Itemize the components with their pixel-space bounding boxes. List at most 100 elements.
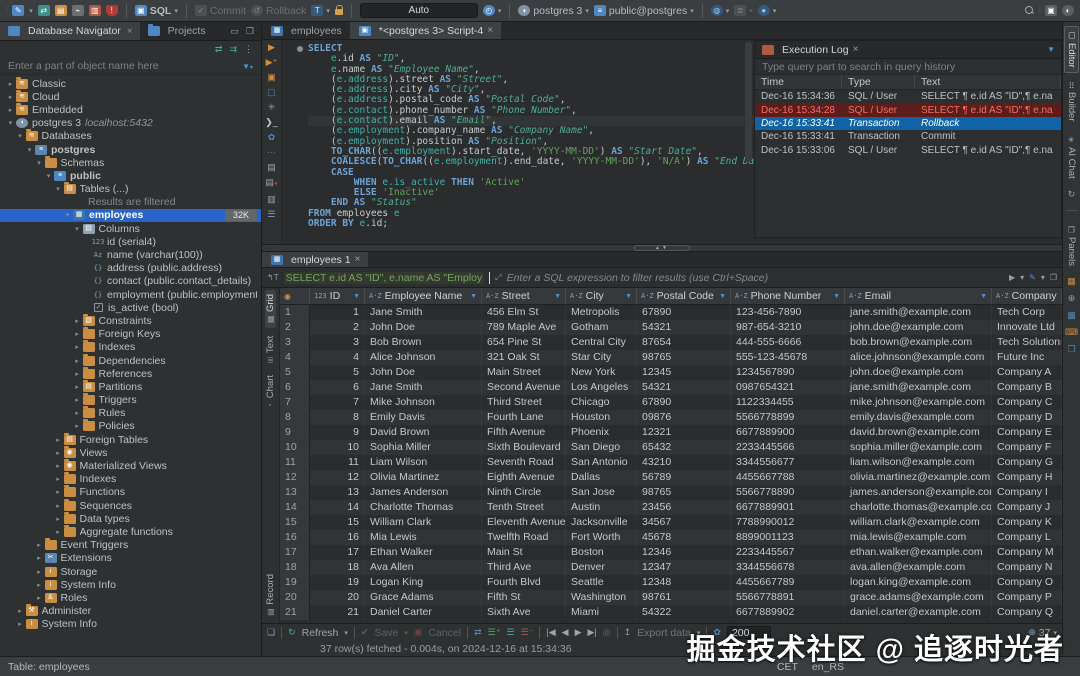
cell-company[interactable]: Tech Corp: [992, 305, 1062, 320]
delete-row-icon[interactable]: ☰⁻: [521, 627, 534, 638]
tree-item-materialized-views[interactable]: ▸◉Materialized Views: [0, 459, 261, 472]
cell-company[interactable]: Company K: [992, 515, 1062, 530]
table-row[interactable]: 2020Grace AdamsFifth StWashington9876155…: [280, 590, 1062, 605]
open-folder-icon[interactable]: ▤: [55, 5, 67, 16]
cell-phone-number[interactable]: 5566778890: [731, 485, 845, 500]
tree-chevron-icon[interactable]: ▸: [73, 343, 82, 351]
tree-item-indexes[interactable]: ▸Indexes: [0, 473, 261, 486]
execute-script-icon[interactable]: ▣: [267, 73, 276, 82]
cell-employee-name[interactable]: Ethan Walker: [365, 545, 482, 560]
cell-city[interactable]: Gotham: [566, 320, 637, 335]
cancel-button[interactable]: Cancel: [428, 627, 461, 639]
cell-id[interactable]: 9: [310, 425, 365, 440]
cell-postal-code[interactable]: 23456: [637, 500, 731, 515]
cell-postal-code[interactable]: 54321: [637, 380, 731, 395]
table-row[interactable]: 11Jane Smith456 Elm StMetropolis67890123…: [280, 305, 1062, 320]
cell-street[interactable]: Seventh Road: [482, 455, 566, 470]
edit-row-icon[interactable]: ⇄: [474, 627, 482, 638]
tab-panels[interactable]: ❏Panels: [1065, 221, 1078, 270]
cell-company[interactable]: Company E: [992, 425, 1062, 440]
tree-chevron-icon[interactable]: ▸: [35, 581, 44, 589]
maximize-icon[interactable]: ❐: [246, 26, 254, 37]
tree-chevron-icon[interactable]: ▸: [6, 80, 15, 88]
cell-phone-number[interactable]: 7788990012: [731, 515, 845, 530]
cell-employee-name[interactable]: Mia Lewis: [365, 530, 482, 545]
cell-id[interactable]: 19: [310, 575, 365, 590]
filter-history-icon[interactable]: ▾: [1020, 273, 1024, 282]
cell-company[interactable]: Company L: [992, 530, 1062, 545]
tab-results-employees-1[interactable]: ▦ employees 1 ×: [262, 252, 368, 267]
cell-email[interactable]: liam.wilson@example.com: [845, 455, 992, 470]
cell-id[interactable]: 18: [310, 560, 365, 575]
log-row[interactable]: Dec-16 15:33:41TransactionRollback: [755, 117, 1061, 130]
cell-street[interactable]: Sixth Ave: [482, 605, 566, 620]
editor-results-splitter[interactable]: ▲▼: [262, 244, 1062, 252]
close-icon[interactable]: ×: [853, 44, 859, 55]
tree-chevron-icon[interactable]: ▸: [73, 357, 82, 365]
cell-email[interactable]: david.brown@example.com: [845, 425, 992, 440]
tree-chevron-icon[interactable]: ▸: [54, 436, 63, 444]
cell-email[interactable]: ethan.walker@example.com: [845, 545, 992, 560]
tree-chevron-icon[interactable]: ▸: [54, 462, 63, 470]
cell-id[interactable]: 20: [310, 590, 365, 605]
cell-company[interactable]: Company J: [992, 500, 1062, 515]
tx-mode-combo[interactable]: Auto: [360, 3, 478, 18]
cell-postal-code[interactable]: 98765: [637, 350, 731, 365]
save-icon[interactable]: ✔: [361, 627, 369, 638]
cell-city[interactable]: Fort Worth: [566, 530, 637, 545]
tree-item-databases[interactable]: ▾≋Databases: [0, 130, 261, 143]
next-page-icon[interactable]: ▶: [575, 627, 582, 638]
close-icon[interactable]: ×: [355, 254, 361, 265]
cell-employee-name[interactable]: Logan King: [365, 575, 482, 590]
search-icon[interactable]: [1025, 6, 1034, 15]
cell-city[interactable]: Jacksonville: [566, 515, 637, 530]
cell-employee-name[interactable]: Ava Allen: [365, 560, 482, 575]
security-shield-icon[interactable]: !: [106, 5, 118, 16]
cell-id[interactable]: 4: [310, 350, 365, 365]
tree-chevron-icon[interactable]: ▸: [16, 620, 25, 628]
tree-chevron-icon[interactable]: ▾: [16, 132, 25, 140]
cell-email[interactable]: logan.king@example.com: [845, 575, 992, 590]
tree-item-columns[interactable]: ▾▤Columns: [0, 222, 261, 235]
lock-icon[interactable]: [335, 9, 343, 15]
grid-corner-cell[interactable]: ◉: [280, 288, 310, 304]
cell-city[interactable]: Chicago: [566, 395, 637, 410]
filter-settings-icon[interactable]: ✎: [1029, 273, 1036, 282]
cell-city[interactable]: New York: [566, 365, 637, 380]
tree-item-system-info[interactable]: ▸iSystem Info: [0, 618, 261, 631]
tree-item-system-info[interactable]: ▸iSystem Info: [0, 578, 261, 591]
cell-postal-code[interactable]: 98765: [637, 485, 731, 500]
collapse-all-icon[interactable]: ⇉: [229, 44, 237, 55]
row-number-cell[interactable]: 1: [280, 305, 310, 320]
cell-street[interactable]: Fourth Lane: [482, 410, 566, 425]
log-search-input[interactable]: Type query part to search in query histo…: [755, 59, 1061, 75]
presentation-tab-chart[interactable]: ◔Chart: [265, 371, 276, 414]
row-number-cell[interactable]: 17: [280, 545, 310, 560]
filter-funnel-icon[interactable]: ▼▾: [242, 62, 253, 71]
cell-employee-name[interactable]: Charlotte Thomas: [365, 500, 482, 515]
new-sql-button[interactable]: ▣SQL▾: [135, 5, 178, 17]
log-column-header-type[interactable]: Type: [842, 75, 915, 89]
tree-item-name-varchar-100-[interactable]: Azname (varchar(100)): [0, 248, 261, 261]
cell-city[interactable]: Seattle: [566, 575, 637, 590]
tab-employees-table[interactable]: ▦ employees: [262, 22, 350, 39]
db-sync-icon[interactable]: ⇄: [38, 5, 50, 16]
cell-company[interactable]: Company H: [992, 470, 1062, 485]
save-file-icon[interactable]: ▤: [267, 163, 276, 172]
tree-chevron-icon[interactable]: ▸: [6, 93, 15, 101]
cell-street[interactable]: 654 Pine St: [482, 335, 566, 350]
cell-city[interactable]: San Diego: [566, 440, 637, 455]
cell-city[interactable]: Dallas: [566, 470, 637, 485]
row-number-cell[interactable]: 16: [280, 530, 310, 545]
cancel-icon[interactable]: ▣: [414, 627, 423, 638]
table-row[interactable]: 1616Mia LewisTwelfth RoadFort Worth45678…: [280, 530, 1062, 545]
cell-email[interactable]: ava.allen@example.com: [845, 560, 992, 575]
minimize-icon[interactable]: ▭: [230, 26, 239, 37]
table-row[interactable]: 1010Sophia MillerSixth BoulevardSan Dieg…: [280, 440, 1062, 455]
cell-postal-code[interactable]: 67890: [637, 395, 731, 410]
tree-item-tables-[interactable]: ▾▤Tables (...): [0, 183, 261, 196]
cell-employee-name[interactable]: John Doe: [365, 365, 482, 380]
save-button[interactable]: Save: [374, 627, 398, 639]
value-panel-icon[interactable]: ▦: [1067, 276, 1076, 287]
sql-file-icon[interactable]: ▥: [267, 195, 276, 204]
